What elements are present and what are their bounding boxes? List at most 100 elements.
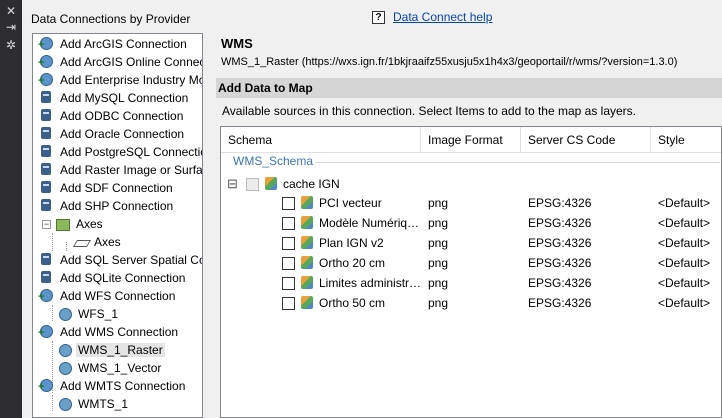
column-header-style[interactable]: Style [658,133,685,147]
tree-item-wms-1-raster[interactable]: WMS_1_Raster [56,341,165,359]
connection-icon [38,36,54,52]
cs-code: EPSG:4326 [528,276,592,290]
style-value[interactable]: <Default> [658,236,710,250]
layer-checkbox[interactable] [282,297,295,310]
tree-item-add-odbc[interactable]: Add ODBC Connection [38,107,185,125]
layer-name: Modèle Numériq… [319,216,420,230]
wfs-source-icon [56,306,72,322]
layer-checkbox[interactable] [282,237,295,250]
close-icon[interactable]: ✕ [3,3,19,19]
image-format: png [428,216,449,230]
tree-item-add-postgresql[interactable]: Add PostgreSQL Connection [38,143,202,161]
server-icon [38,198,54,214]
image-format: png [428,196,449,210]
tree-item-add-sqlite[interactable]: Add SQLite Connection [38,269,187,287]
layer-name: Ortho 20 cm [319,256,386,270]
providers-title: Data Connections by Provider [31,12,191,26]
tree-item-axes-source[interactable]: − Axes [42,215,105,233]
connection-icon [38,72,54,88]
tree-item-add-mysql[interactable]: Add MySQL Connection [38,89,190,107]
wms-source-icon [56,360,72,376]
image-format: png [428,256,449,270]
layer-stack-icon [264,177,278,191]
layer-stack-icon [300,196,314,210]
cs-code: EPSG:4326 [528,256,592,270]
tree-item-add-sqlserver[interactable]: Add SQL Server Spatial Con [38,251,202,269]
palette-strip: ✕ ⇥ ✲ [0,0,22,418]
tree-item-wms-1-vector[interactable]: WMS_1_Vector [56,359,163,377]
help-area: ? Data Connect help [372,10,492,24]
tree-item-add-arcgis[interactable]: Add ArcGIS Connection [38,35,189,53]
column-header-cs-code[interactable]: Server CS Code [528,133,615,147]
style-value[interactable]: <Default> [658,276,710,290]
connection-icon [38,378,54,394]
cs-code: EPSG:4326 [528,216,592,230]
connection-url: WMS_1_Raster (https://wxs.ign.fr/1bkjraa… [221,56,678,68]
provider-tree[interactable]: Add ArcGIS Connection Add ArcGIS Online … [32,33,203,418]
collapse-icon[interactable]: ⊟ [227,176,238,192]
layer-checkbox[interactable] [282,217,295,230]
column-divider[interactable] [650,127,651,153]
tree-item-add-sdf[interactable]: Add SDF Connection [38,179,175,197]
grid-header: Schema Image Format Server CS Code Style [221,127,721,153]
sources-grid[interactable]: Schema Image Format Server CS Code Style… [220,126,722,418]
table-row[interactable]: Limites administr… png EPSG:4326 <Defaul… [221,273,721,293]
data-connect-help-link[interactable]: Data Connect help [393,10,492,24]
column-divider[interactable] [420,127,421,153]
table-row[interactable]: Ortho 50 cm png EPSG:4326 <Default> [221,293,721,313]
layer-checkbox[interactable] [282,257,295,270]
tree-item-add-wmts[interactable]: Add WMTS Connection [38,377,187,395]
server-icon [38,252,54,268]
help-icon[interactable]: ? [372,10,385,24]
image-format: png [428,236,449,250]
layer-stack-icon [300,296,314,310]
group-divider [316,162,720,163]
table-row[interactable]: Plan IGN v2 png EPSG:4326 <Default> [221,233,721,253]
table-row[interactable]: Ortho 20 cm png EPSG:4326 <Default> [221,253,721,273]
parent-checkbox[interactable] [246,178,259,191]
settings-icon[interactable]: ✲ [3,37,19,53]
parent-layer-row[interactable]: ⊟ cache IGN [221,174,721,194]
server-icon [38,270,54,286]
tree-item-add-arcgis-online[interactable]: Add ArcGIS Online Connecti [38,53,202,71]
tree-item-add-oracle[interactable]: Add Oracle Connection [38,125,186,143]
connection-icon [38,54,54,70]
connection-icon [38,288,54,304]
tree-item-add-wms[interactable]: Add WMS Connection [38,323,180,341]
layer-stack-icon [300,236,314,250]
layer-checkbox[interactable] [282,277,295,290]
layer-checkbox[interactable] [282,197,295,210]
style-value[interactable]: <Default> [658,196,710,210]
server-icon [38,144,54,160]
image-format: png [428,276,449,290]
column-divider[interactable] [520,127,521,153]
server-icon [38,180,54,196]
wms-source-icon [56,342,72,358]
cs-code: EPSG:4326 [528,296,592,310]
tree-item-add-enterprise[interactable]: Add Enterprise Industry Mo [38,71,202,89]
schema-group-label: WMS_Schema [233,154,314,168]
column-header-image-format[interactable]: Image Format [428,133,503,147]
tree-item-add-wfs[interactable]: Add WFS Connection [38,287,177,305]
style-value[interactable]: <Default> [658,296,710,310]
tree-item-wfs-1[interactable]: WFS_1 [56,305,120,323]
cs-code: EPSG:4326 [528,236,592,250]
tree-item-add-raster[interactable]: Add Raster Image or Surfac [38,161,202,179]
cs-code: EPSG:4326 [528,196,592,210]
column-header-schema[interactable]: Schema [228,133,272,147]
tree-line [52,305,53,321]
layer-name: Ortho 50 cm [319,296,386,310]
add-data-section-header: Add Data to Map [216,78,722,98]
tree-item-wmts-1[interactable]: WMTS_1 [56,395,130,413]
tree-line [66,242,67,251]
table-row[interactable]: Modèle Numériq… png EPSG:4326 <Default> [221,213,721,233]
collapse-icon[interactable]: − [42,219,51,229]
table-row[interactable]: PCI vecteur png EPSG:4326 <Default> [221,193,721,213]
style-value[interactable]: <Default> [658,256,710,270]
layer-name: PCI vecteur [319,196,382,210]
pin-icon[interactable]: ⇥ [3,19,19,35]
style-value[interactable]: <Default> [658,216,710,230]
tree-item-add-shp[interactable]: Add SHP Connection [38,197,175,215]
layer-stack-icon [300,216,314,230]
tree-item-axes-layer[interactable]: Axes [74,233,123,251]
